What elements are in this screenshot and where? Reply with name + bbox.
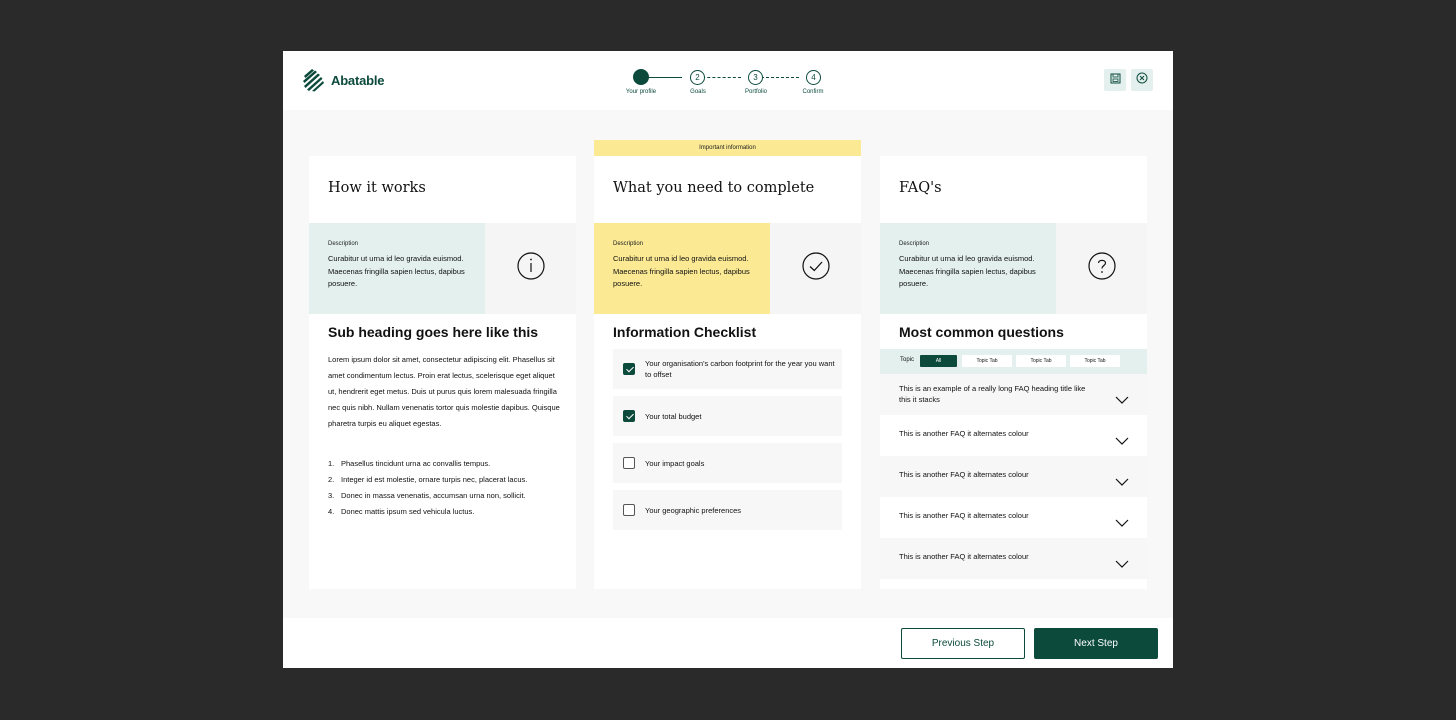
description-label: Description [899, 241, 930, 247]
description-panel: Description Curabitur ut urna id leo gra… [880, 223, 1056, 314]
striped-leaf-icon [302, 67, 326, 93]
list-number: 3. [328, 491, 335, 500]
what-you-need-title: What you need to complete [613, 180, 815, 196]
checkbox-unchecked[interactable] [623, 504, 635, 516]
faq-item[interactable]: This is an example of a really long FAQ … [880, 374, 1147, 415]
chevron-down-icon[interactable] [1115, 514, 1129, 532]
progress-stepper: 2 3 4 Your profile Goals Portfolio Confi… [623, 69, 824, 100]
numbered-list: 1. Phasellus tincidunt urna ac convallis … [328, 456, 563, 520]
checklist-item[interactable]: Your total budget [613, 396, 842, 436]
description-label: Description [328, 241, 359, 247]
checkbox-unchecked[interactable] [623, 457, 635, 469]
faq-question: This is an example of a really long FAQ … [899, 384, 1086, 404]
description-label: Description [613, 241, 644, 247]
description-text: Curabitur ut urna id leo gravida euismod… [899, 254, 1036, 288]
topic-tab[interactable]: Topic Tab [962, 355, 1012, 367]
description-block: Description Curabitur ut urna id leo gra… [594, 223, 861, 314]
faq-card: FAQ's Description Curabitur ut urna id l… [880, 156, 1147, 589]
onboarding-window: Abatable 2 3 4 Your profile Goals Portfo… [283, 51, 1173, 668]
chevron-down-icon[interactable] [1115, 391, 1129, 409]
step-4-label: Confirm [802, 89, 824, 95]
save-icon [1110, 71, 1121, 89]
important-info-banner: Important information [594, 140, 861, 156]
checklist-text: Your geographic preferences [645, 505, 742, 515]
faq-item[interactable]: This is another FAQ it alternates colour [880, 456, 1147, 497]
brand-name: Abatable [331, 72, 385, 88]
next-step-button[interactable]: Next Step [1034, 628, 1158, 659]
body-paragraph: Lorem ipsum dolor sit amet, consectetur … [328, 355, 560, 428]
section-sub-heading: Sub heading goes here like this [328, 324, 539, 340]
list-text: Donec in massa venenatis, accumsan urna … [341, 491, 526, 500]
chevron-down-icon[interactable] [1115, 555, 1129, 573]
brand-logo[interactable]: Abatable [302, 67, 385, 93]
checkbox-checked[interactable] [623, 410, 635, 422]
step-2-indicator[interactable]: 2 [690, 70, 705, 85]
list-text: Phasellus tincidunt urna ac convallis te… [341, 459, 491, 468]
list-number: 2. [328, 475, 335, 484]
description-icon-panel [1056, 223, 1147, 314]
faq-question: This is another FAQ it alternates colour [899, 429, 1029, 438]
list-item: 1. Phasellus tincidunt urna ac convallis … [328, 456, 563, 472]
faq-item[interactable]: This is another FAQ it alternates colour [880, 497, 1147, 538]
list-item: 3. Donec in massa venenatis, accumsan urn… [328, 488, 563, 504]
close-circle-icon [1136, 71, 1148, 89]
top-bar: Abatable 2 3 4 Your profile Goals Portfo… [283, 51, 1173, 110]
description-block: Description Curabitur ut urna id leo gra… [309, 223, 576, 314]
step-3-label: Portfolio [744, 89, 768, 95]
faq-question: This is another FAQ it alternates colour [899, 470, 1029, 479]
previous-step-button[interactable]: Previous Step [901, 628, 1025, 659]
topic-label: Topic [900, 357, 915, 363]
close-button[interactable] [1131, 69, 1153, 91]
checklist-text: Your organisation's carbon footprint for… [645, 359, 835, 379]
faq-question: This is another FAQ it alternates colour [899, 552, 1029, 561]
how-it-works-card: How it works Description Curabitur ut ur… [309, 156, 576, 589]
checklist-text: Your impact goals [645, 458, 705, 468]
faq-item[interactable]: This is another FAQ it alternates colour [880, 538, 1147, 579]
faq-title: FAQ's [899, 180, 942, 196]
question-circle-icon [1087, 251, 1117, 286]
step-3-indicator[interactable]: 3 [748, 70, 763, 85]
list-item: 2. Integer id est molestie, ornare turpis… [328, 472, 563, 488]
step-1-indicator[interactable] [633, 69, 649, 85]
list-text: Donec mattis ipsum sed vehicula luctus. [341, 507, 475, 516]
save-button[interactable] [1104, 69, 1126, 91]
footer-bar: Previous Step Next Step [283, 618, 1173, 668]
checklist-text: Your total budget [645, 411, 702, 421]
list-text: Integer id est molestie, ornare turpis n… [341, 475, 528, 484]
step-4-indicator[interactable]: 4 [806, 70, 821, 85]
chevron-down-icon[interactable] [1115, 473, 1129, 491]
info-icon [516, 251, 546, 286]
list-item: 4. Donec mattis ipsum sed vehicula luctus… [328, 504, 563, 520]
checkbox-checked[interactable] [623, 363, 635, 375]
description-text: Curabitur ut urna id leo gravida euismod… [613, 254, 750, 288]
step-1-label: Your profile [625, 89, 657, 95]
description-block: Description Curabitur ut urna id leo gra… [880, 223, 1147, 314]
description-icon-panel [485, 223, 576, 314]
description-icon-panel [770, 223, 861, 314]
checklist-item[interactable]: Your organisation's carbon footprint for… [613, 349, 842, 389]
description-panel: Description Curabitur ut urna id leo gra… [309, 223, 485, 314]
description-text: Curabitur ut urna id leo gravida euismod… [328, 254, 465, 288]
faq-sub-heading: Most common questions [899, 324, 1064, 340]
chevron-down-icon[interactable] [1115, 432, 1129, 450]
checklist-item[interactable]: Your impact goals [613, 443, 842, 483]
how-it-works-title: How it works [328, 180, 426, 196]
step-2-label: Goals [690, 89, 706, 95]
topic-tab-all[interactable]: All [920, 355, 957, 367]
list-number: 1. [328, 459, 335, 468]
topic-tab[interactable]: Topic Tab [1016, 355, 1066, 367]
description-panel: Description Curabitur ut urna id leo gra… [594, 223, 770, 314]
faq-item[interactable]: This is another FAQ it alternates colour [880, 415, 1147, 456]
topic-filter-bar: Topic All Topic Tab Topic Tab Topic Tab [880, 349, 1147, 374]
checklist-item[interactable]: Your geographic preferences [613, 490, 842, 530]
faq-question: This is another FAQ it alternates colour [899, 511, 1029, 520]
checklist-heading: Information Checklist [613, 324, 757, 340]
topic-tab[interactable]: Topic Tab [1070, 355, 1120, 367]
list-number: 4. [328, 507, 335, 516]
check-circle-icon [801, 251, 831, 286]
what-you-need-card: What you need to complete Description Cu… [594, 156, 861, 589]
